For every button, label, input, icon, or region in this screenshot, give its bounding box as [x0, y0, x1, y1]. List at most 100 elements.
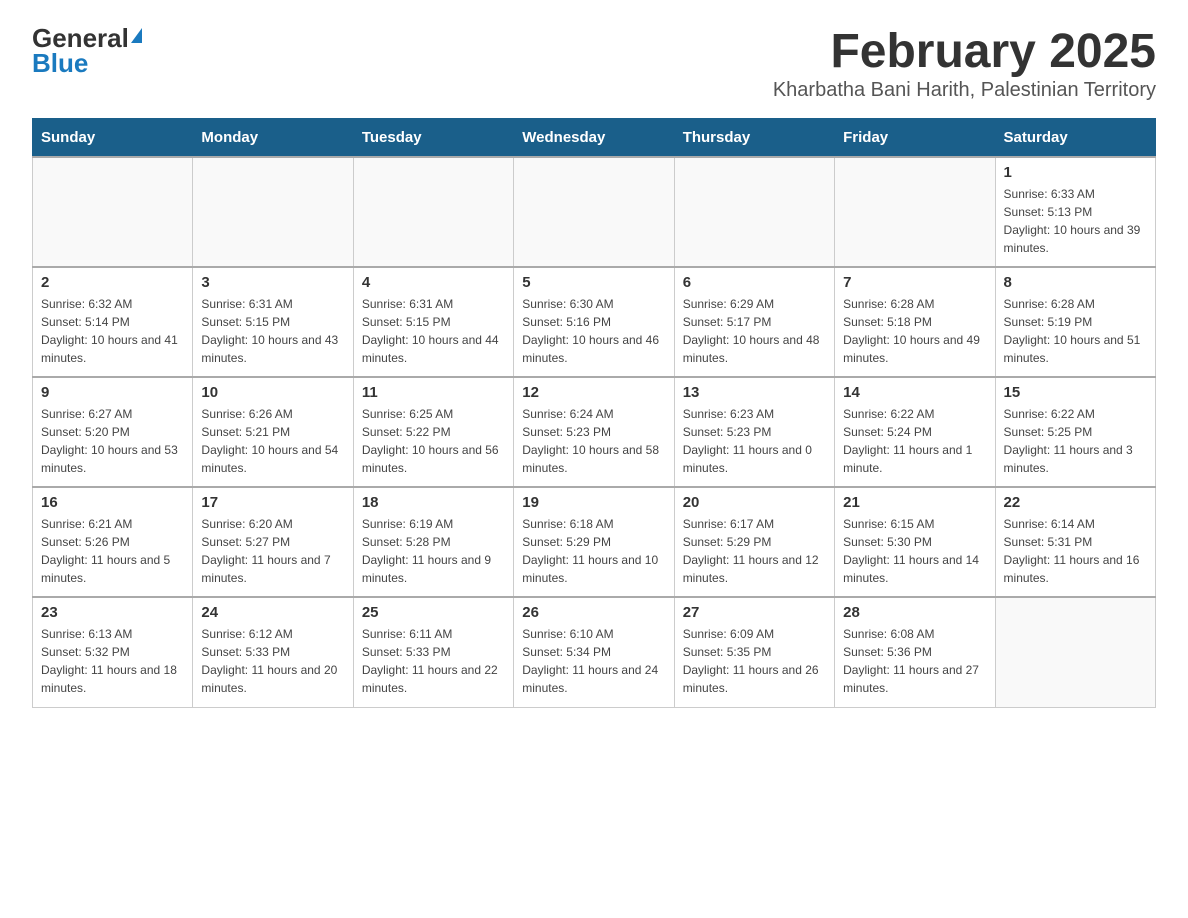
calendar-day-cell	[995, 597, 1155, 707]
day-info: Sunrise: 6:14 AMSunset: 5:31 PMDaylight:…	[1004, 515, 1147, 587]
day-number: 3	[201, 274, 344, 291]
calendar-day-cell: 25 Sunrise: 6:11 AMSunset: 5:33 PMDayligh…	[353, 597, 513, 707]
day-info: Sunrise: 6:20 AMSunset: 5:27 PMDaylight:…	[201, 515, 344, 587]
calendar-day-cell: 26Sunrise: 6:10 AMSunset: 5:34 PMDayligh…	[514, 597, 674, 707]
day-number: 13	[683, 384, 826, 401]
day-info: Sunrise: 6:08 AMSunset: 5:36 PMDaylight:…	[843, 625, 986, 697]
calendar-day-cell: 2 Sunrise: 6:32 AMSunset: 5:14 PMDaylight…	[33, 267, 193, 377]
calendar-day-cell: 9 Sunrise: 6:27 AMSunset: 5:20 PMDaylight…	[33, 377, 193, 487]
calendar-week-row: 2 Sunrise: 6:32 AMSunset: 5:14 PMDaylight…	[33, 267, 1156, 377]
day-number: 10	[201, 384, 344, 401]
weekday-header-tuesday: Tuesday	[353, 119, 513, 158]
day-info: Sunrise: 6:32 AMSunset: 5:14 PMDaylight:…	[41, 295, 184, 367]
calendar-week-row: 9 Sunrise: 6:27 AMSunset: 5:20 PMDaylight…	[33, 377, 1156, 487]
weekday-header-wednesday: Wednesday	[514, 119, 674, 158]
calendar-day-cell	[193, 157, 353, 267]
calendar-day-cell: 11Sunrise: 6:25 AMSunset: 5:22 PMDayligh…	[353, 377, 513, 487]
weekday-header-saturday: Saturday	[995, 119, 1155, 158]
weekday-header-row: SundayMondayTuesdayWednesdayThursdayFrid…	[33, 119, 1156, 158]
calendar-day-cell	[33, 157, 193, 267]
calendar-day-cell: 13 Sunrise: 6:23 AMSunset: 5:23 PMDayligh…	[674, 377, 834, 487]
day-info: Sunrise: 6:18 AMSunset: 5:29 PMDaylight:…	[522, 515, 665, 587]
calendar-week-row: 23 Sunrise: 6:13 AMSunset: 5:32 PMDayligh…	[33, 597, 1156, 707]
day-info: Sunrise: 6:29 AMSunset: 5:17 PMDaylight:…	[683, 295, 826, 367]
calendar-day-cell: 21Sunrise: 6:15 AMSunset: 5:30 PMDayligh…	[835, 487, 995, 597]
day-info: Sunrise: 6:13 AMSunset: 5:32 PMDaylight:…	[41, 625, 184, 697]
day-info: Sunrise: 6:31 AMSunset: 5:15 PMDaylight:…	[201, 295, 344, 367]
calendar-day-cell	[835, 157, 995, 267]
calendar-day-cell: 24 Sunrise: 6:12 AMSunset: 5:33 PMDayligh…	[193, 597, 353, 707]
day-number: 8	[1004, 274, 1147, 291]
day-info: Sunrise: 6:09 AMSunset: 5:35 PMDaylight:…	[683, 625, 826, 697]
day-info: Sunrise: 6:31 AMSunset: 5:15 PMDaylight:…	[362, 295, 505, 367]
calendar-title: February 2025	[773, 24, 1156, 79]
day-info: Sunrise: 6:22 AMSunset: 5:25 PMDaylight:…	[1004, 405, 1147, 477]
day-info: Sunrise: 6:15 AMSunset: 5:30 PMDaylight:…	[843, 515, 986, 587]
calendar-subtitle: Kharbatha Bani Harith, Palestinian Terri…	[773, 79, 1156, 102]
day-number: 19	[522, 494, 665, 511]
day-number: 17	[201, 494, 344, 511]
day-number: 20	[683, 494, 826, 511]
day-number: 25	[362, 604, 505, 621]
calendar-day-cell: 18Sunrise: 6:19 AMSunset: 5:28 PMDayligh…	[353, 487, 513, 597]
day-number: 9	[41, 384, 184, 401]
calendar-day-cell: 23 Sunrise: 6:13 AMSunset: 5:32 PMDayligh…	[33, 597, 193, 707]
calendar-day-cell: 15 Sunrise: 6:22 AMSunset: 5:25 PMDayligh…	[995, 377, 1155, 487]
day-info: Sunrise: 6:27 AMSunset: 5:20 PMDaylight:…	[41, 405, 184, 477]
day-info: Sunrise: 6:22 AMSunset: 5:24 PMDaylight:…	[843, 405, 986, 477]
day-number: 7	[843, 274, 986, 291]
calendar-day-cell: 17 Sunrise: 6:20 AMSunset: 5:27 PMDayligh…	[193, 487, 353, 597]
day-info: Sunrise: 6:12 AMSunset: 5:33 PMDaylight:…	[201, 625, 344, 697]
weekday-header-thursday: Thursday	[674, 119, 834, 158]
calendar-day-cell: 20 Sunrise: 6:17 AMSunset: 5:29 PMDayligh…	[674, 487, 834, 597]
day-number: 26	[522, 604, 665, 621]
logo-blue-text: Blue	[32, 49, 88, 78]
page-header: General Blue February 2025 Kharbatha Ban…	[32, 24, 1156, 102]
day-number: 4	[362, 274, 505, 291]
calendar-table: SundayMondayTuesdayWednesdayThursdayFrid…	[32, 118, 1156, 708]
day-number: 24	[201, 604, 344, 621]
calendar-day-cell: 28 Sunrise: 6:08 AMSunset: 5:36 PMDayligh…	[835, 597, 995, 707]
day-info: Sunrise: 6:28 AMSunset: 5:18 PMDaylight:…	[843, 295, 986, 367]
weekday-header-monday: Monday	[193, 119, 353, 158]
calendar-title-block: February 2025 Kharbatha Bani Harith, Pal…	[773, 24, 1156, 102]
calendar-day-cell: 10 Sunrise: 6:26 AMSunset: 5:21 PMDayligh…	[193, 377, 353, 487]
day-info: Sunrise: 6:23 AMSunset: 5:23 PMDaylight:…	[683, 405, 826, 477]
day-info: Sunrise: 6:26 AMSunset: 5:21 PMDaylight:…	[201, 405, 344, 477]
day-info: Sunrise: 6:21 AMSunset: 5:26 PMDaylight:…	[41, 515, 184, 587]
day-info: Sunrise: 6:17 AMSunset: 5:29 PMDaylight:…	[683, 515, 826, 587]
calendar-day-cell: 12Sunrise: 6:24 AMSunset: 5:23 PMDayligh…	[514, 377, 674, 487]
weekday-header-sunday: Sunday	[33, 119, 193, 158]
day-info: Sunrise: 6:11 AMSunset: 5:33 PMDaylight:…	[362, 625, 505, 697]
day-info: Sunrise: 6:30 AMSunset: 5:16 PMDaylight:…	[522, 295, 665, 367]
day-number: 16	[41, 494, 184, 511]
weekday-header-friday: Friday	[835, 119, 995, 158]
logo: General Blue	[32, 24, 142, 77]
calendar-day-cell	[514, 157, 674, 267]
day-number: 6	[683, 274, 826, 291]
day-number: 27	[683, 604, 826, 621]
day-info: Sunrise: 6:25 AMSunset: 5:22 PMDaylight:…	[362, 405, 505, 477]
day-number: 15	[1004, 384, 1147, 401]
day-info: Sunrise: 6:24 AMSunset: 5:23 PMDaylight:…	[522, 405, 665, 477]
day-number: 18	[362, 494, 505, 511]
calendar-week-row: 1 Sunrise: 6:33 AMSunset: 5:13 PMDaylight…	[33, 157, 1156, 267]
calendar-day-cell	[353, 157, 513, 267]
day-info: Sunrise: 6:28 AMSunset: 5:19 PMDaylight:…	[1004, 295, 1147, 367]
calendar-day-cell: 19 Sunrise: 6:18 AMSunset: 5:29 PMDayligh…	[514, 487, 674, 597]
day-number: 14	[843, 384, 986, 401]
calendar-day-cell: 7 Sunrise: 6:28 AMSunset: 5:18 PMDaylight…	[835, 267, 995, 377]
calendar-day-cell: 5 Sunrise: 6:30 AMSunset: 5:16 PMDaylight…	[514, 267, 674, 377]
day-number: 5	[522, 274, 665, 291]
calendar-day-cell: 1 Sunrise: 6:33 AMSunset: 5:13 PMDaylight…	[995, 157, 1155, 267]
calendar-day-cell: 4 Sunrise: 6:31 AMSunset: 5:15 PMDaylight…	[353, 267, 513, 377]
calendar-day-cell: 3 Sunrise: 6:31 AMSunset: 5:15 PMDaylight…	[193, 267, 353, 377]
day-number: 2	[41, 274, 184, 291]
calendar-day-cell	[674, 157, 834, 267]
day-number: 23	[41, 604, 184, 621]
day-info: Sunrise: 6:33 AMSunset: 5:13 PMDaylight:…	[1004, 185, 1147, 257]
day-number: 22	[1004, 494, 1147, 511]
day-number: 1	[1004, 164, 1147, 181]
day-number: 28	[843, 604, 986, 621]
calendar-day-cell: 16 Sunrise: 6:21 AMSunset: 5:26 PMDayligh…	[33, 487, 193, 597]
